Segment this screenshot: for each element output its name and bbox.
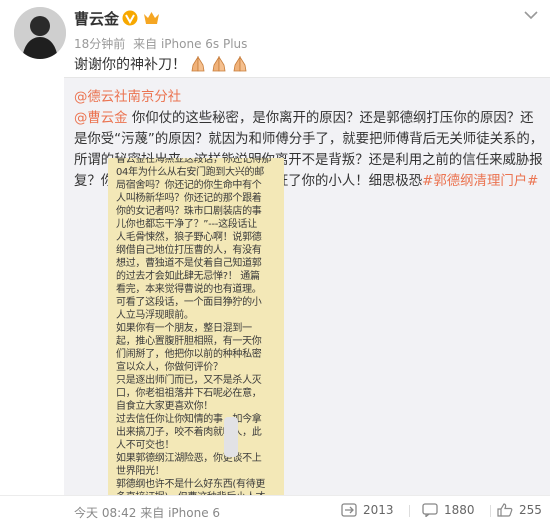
- verified-badge-icon: [122, 10, 138, 26]
- pray-emoji-icon: [210, 56, 228, 72]
- image-text-line: 宣以众人，你做何评价？: [116, 362, 223, 373]
- footer-device[interactable]: iPhone 6: [168, 506, 220, 520]
- image-text-line: 曹云金在海黑亚这段话，你还记得那: [116, 158, 272, 165]
- image-text-line: 人叫杨新华吗？你还记的那个跟着: [116, 193, 262, 204]
- post-text: 谢谢你的神补刀！: [74, 54, 249, 74]
- image-text-line: 人立马浮现眼前。: [116, 310, 194, 321]
- source-prefix: 来自: [133, 37, 158, 51]
- image-text-line: 们闹掰了，他把你以前的种种私密: [116, 349, 262, 360]
- image-text-line: 的过去才会如此肆无忌惮?！ 通篇: [116, 271, 260, 282]
- repost-image[interactable]: 曹云金在海黑亚这段话，你还记得那 04年为什么从右安门跑到大兴的邮 局宿舍吗？你还记…: [108, 158, 284, 495]
- author-name[interactable]: 曹云金: [74, 8, 119, 29]
- footer-meta: 今天 08:42 来自 iPhone 6: [74, 504, 220, 521]
- crown-icon[interactable]: [143, 10, 160, 26]
- repost-card: @德云社南京分社 @曹云金 你仰仗的这些秘密，是你离开的原因？还是郭德纲打压你的…: [64, 77, 550, 495]
- divider: [64, 77, 550, 78]
- image-text-line: 儿你也都忘干净了？”---这段话让: [116, 219, 257, 230]
- repost-button[interactable]: 2013: [341, 503, 394, 517]
- thumbs-up-icon: [497, 503, 513, 517]
- image-text-line: 只是逐出师门而已，又不是杀人灭: [116, 375, 262, 386]
- image-text-line: 局宿舍吗？你还记的你生命中有个: [116, 180, 262, 191]
- image-text-line: 人不可交也！: [116, 440, 175, 451]
- mention-link[interactable]: @曹云金: [74, 111, 128, 126]
- post-text-content: 谢谢你的神补刀！: [74, 57, 186, 73]
- image-text-line: 纲借自己地位打压曹的人，有没有: [116, 245, 262, 256]
- image-text-line: 想过，曹独道不是仗着自己知道郭: [116, 258, 262, 269]
- divider: [409, 505, 410, 517]
- image-text-line: 可看了这段话，一个面目狰狞的小: [116, 297, 262, 308]
- image-scroll-handle: [224, 417, 238, 457]
- image-text-line: 过去信任你让你知情的事，如今拿: [116, 414, 262, 425]
- comment-icon: [422, 503, 438, 517]
- image-text-line: 04年为什么从右安门跑到大兴的邮: [116, 167, 264, 178]
- comment-count: 1880: [444, 503, 475, 517]
- post-time[interactable]: 18分钟前: [74, 37, 125, 51]
- image-text-line: 看完，本来觉得曹说的也有道理。: [116, 284, 262, 295]
- like-button[interactable]: 255: [497, 503, 542, 517]
- comment-button[interactable]: 1880: [422, 503, 475, 517]
- image-text-line: 如果郭德纲江湖险恶，你更谈不上: [116, 453, 262, 464]
- like-count: 255: [519, 503, 542, 517]
- pray-emoji-icon: [231, 56, 249, 72]
- image-text-line: 世界阳光！: [116, 466, 165, 477]
- image-text-line: 自食立大家更喜欢你！: [116, 401, 213, 412]
- image-text: 曹云金在海黑亚这段话，你还记得那 04年为什么从右安门跑到大兴的邮 局宿舍吗？你还记…: [116, 158, 276, 495]
- image-text-line: 出来搞刀子，咬不着肉就咬人，此: [116, 427, 262, 438]
- footer-time[interactable]: 今天 08:42: [74, 506, 136, 520]
- post-footer: 今天 08:42 来自 iPhone 6 2013 1880 255: [0, 495, 550, 525]
- post-meta: 18分钟前 来自 iPhone 6s Plus: [74, 35, 247, 52]
- image-text-line: 起，推心置腹肝胆相照，有一天你: [116, 336, 262, 347]
- pray-emoji-icon: [189, 56, 207, 72]
- image-text-line: 口，你老祖祖落井下石呢必在意，: [116, 388, 262, 399]
- chevron-down-icon[interactable]: [524, 10, 538, 20]
- avatar[interactable]: [14, 7, 66, 59]
- repost-count: 2013: [363, 503, 394, 517]
- image-text-line: 人毛骨悚然，狼子野心啊！说郭德: [116, 232, 262, 243]
- image-text-line: 你的女记者吗？珠市口剧装店的事: [116, 206, 262, 217]
- repost-author-link[interactable]: @德云社南京分社: [74, 90, 181, 105]
- image-text-line: 郭德纲也许不是什么好东西(有待更: [116, 479, 266, 490]
- image-text-line: 如果你有一个朋友，整日混到一: [116, 323, 252, 334]
- hashtag-link[interactable]: #郭德纲清理门户#: [422, 174, 538, 189]
- footer-source-prefix: 来自: [140, 506, 165, 520]
- divider: [490, 505, 491, 517]
- source-device[interactable]: iPhone 6s Plus: [161, 37, 247, 51]
- repost-icon: [341, 503, 357, 517]
